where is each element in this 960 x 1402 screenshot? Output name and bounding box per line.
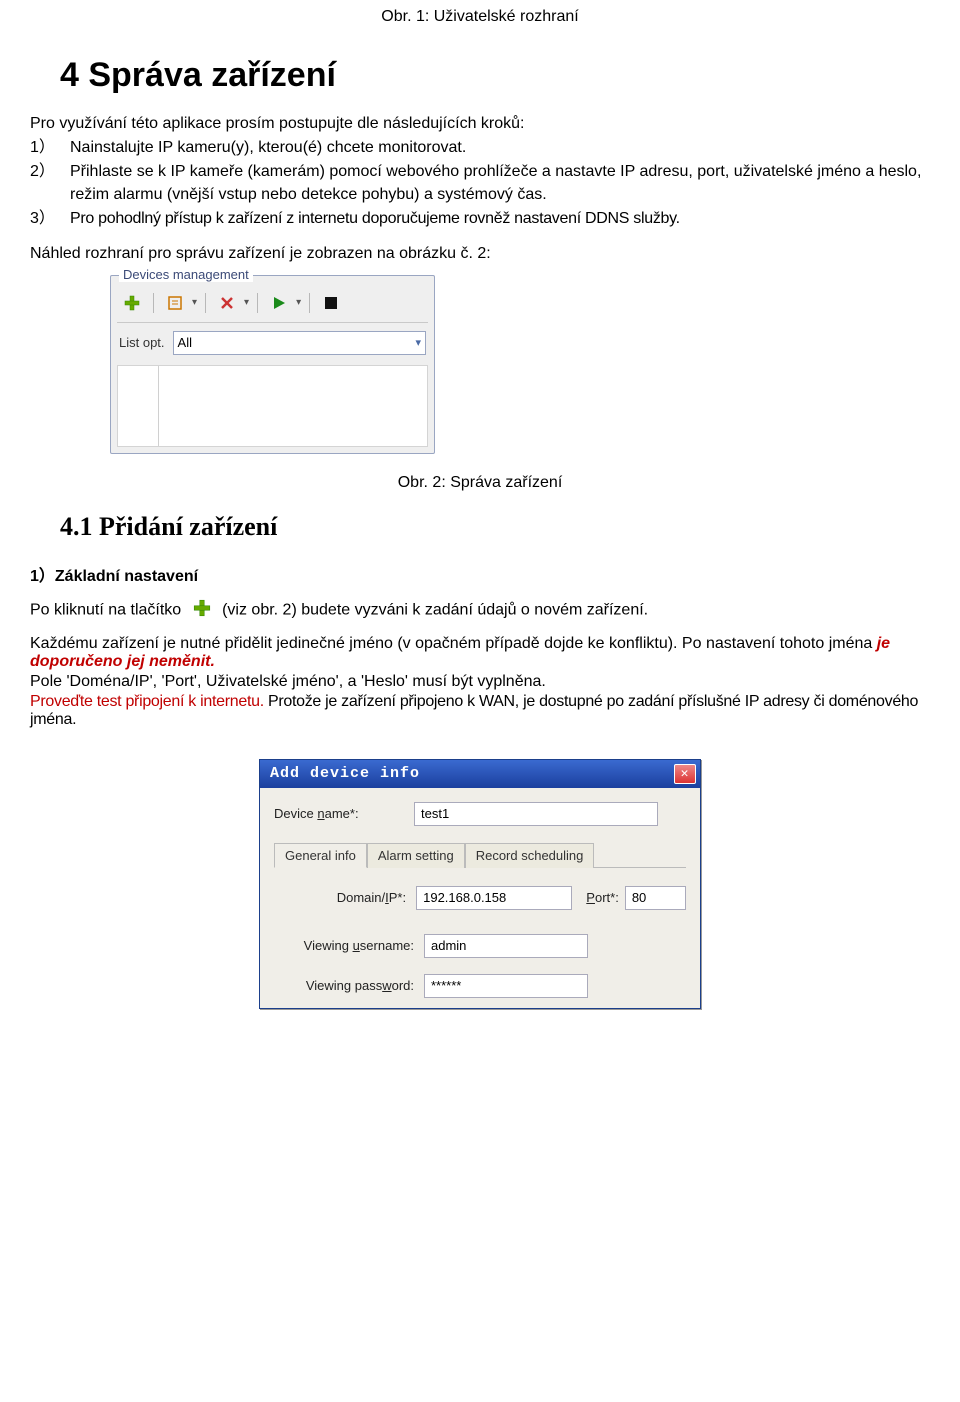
step-list: 1） Nainstalujte IP kameru(y), kterou(é) … <box>30 137 930 231</box>
step-1-text: Nainstalujte IP kameru(y), kterou(é) chc… <box>70 137 930 159</box>
delete-dropdown-icon[interactable]: ▾ <box>244 297 249 308</box>
edit-dropdown-icon[interactable]: ▾ <box>192 297 197 308</box>
domain-ip-input[interactable]: 192.168.0.158 <box>416 886 572 910</box>
viewing-password-label: Viewing password: <box>274 978 424 993</box>
stop-icon[interactable] <box>318 292 344 314</box>
intro-paragraph: Pro využívání této aplikace prosím postu… <box>30 115 930 133</box>
viewing-username-label: Viewing username: <box>274 938 424 953</box>
play-dropdown-icon[interactable]: ▾ <box>296 297 301 308</box>
toolbar-separator <box>205 293 206 313</box>
test-connection-paragraph: Proveďte test připojení k internetu. Pro… <box>30 693 930 729</box>
filter-value: All <box>178 335 192 350</box>
click-instruction: Po kliknutí na tlačítko (viz obr. 2) bud… <box>30 598 930 623</box>
close-icon[interactable]: ✕ <box>674 764 696 784</box>
tab-record-scheduling[interactable]: Record scheduling <box>465 843 595 868</box>
filter-label: List opt. <box>119 335 165 350</box>
device-name-label: Device name*: <box>274 806 414 821</box>
unique-name-paragraph: Každému zařízení je nutné přidělit jedin… <box>30 635 930 671</box>
panel-toolbar: ▾ ▾ ▾ <box>117 286 428 323</box>
delete-device-icon[interactable] <box>214 292 240 314</box>
tab-alarm-setting[interactable]: Alarm setting <box>367 843 465 868</box>
step-2-number: 2） <box>30 161 70 206</box>
figure-2-caption: Obr. 2: Správa zařízení <box>30 474 930 492</box>
basic-settings-heading: 1）Základní nastavení <box>30 562 930 586</box>
port-label: Port*: <box>572 890 625 905</box>
device-list-area[interactable] <box>117 365 428 447</box>
play-icon[interactable] <box>266 292 292 314</box>
chevron-down-icon: ▾ <box>415 336 421 349</box>
step-2-text: Přihlaste se k IP kameře (kamerám) pomoc… <box>70 161 930 206</box>
toolbar-separator <box>257 293 258 313</box>
step-3-number: 3） <box>30 208 70 230</box>
dialog-tabs: General info Alarm setting Record schedu… <box>274 842 686 868</box>
add-device-icon[interactable] <box>119 292 145 314</box>
viewing-username-input[interactable]: admin <box>424 934 588 958</box>
edit-device-icon[interactable] <box>162 292 188 314</box>
click-text-after: (viz obr. 2) budete vyzváni k zadání úda… <box>222 601 648 618</box>
panel-filter-row: List opt. All ▾ <box>117 323 428 361</box>
domain-ip-label: Domain/IP*: <box>274 890 416 905</box>
test-connection-warning: Proveďte test připojení k internetu. <box>30 693 264 710</box>
unique-name-text: Každému zařízení je nutné přidělit jedin… <box>30 635 877 652</box>
dialog-title-text: Add device info <box>270 765 420 782</box>
step-1-number: 1） <box>30 137 70 159</box>
required-fields-paragraph: Pole 'Doména/IP', 'Port', Uživatelské jm… <box>30 673 930 691</box>
port-input[interactable]: 80 <box>625 886 686 910</box>
viewing-password-input[interactable]: ****** <box>424 974 588 998</box>
dialog-titlebar: Add device info ✕ <box>260 760 700 788</box>
filter-select[interactable]: All ▾ <box>173 331 426 355</box>
devices-management-panel: Devices management ▾ ▾ ▾ <box>110 275 435 454</box>
device-name-input[interactable]: test1 <box>414 802 658 826</box>
inline-add-icon <box>192 598 212 623</box>
toolbar-separator <box>153 293 154 313</box>
preview-paragraph: Náhled rozhraní pro správu zařízení je z… <box>30 245 930 263</box>
step-3-text: Pro pohodlný přístup k zařízení z intern… <box>70 208 930 230</box>
heading-4: 4 Správa zařízení <box>60 56 930 95</box>
click-text-before: Po kliknutí na tlačítko <box>30 601 181 618</box>
panel-legend: Devices management <box>119 267 253 282</box>
tab-general-info[interactable]: General info <box>274 843 367 868</box>
toolbar-separator <box>309 293 310 313</box>
heading-4-1: 4.1 Přidání zařízení <box>60 512 930 542</box>
add-device-dialog: Add device info ✕ Device name*: test1 Ge… <box>259 759 701 1009</box>
figure-1-caption: Obr. 1: Uživatelské rozhraní <box>30 8 930 26</box>
